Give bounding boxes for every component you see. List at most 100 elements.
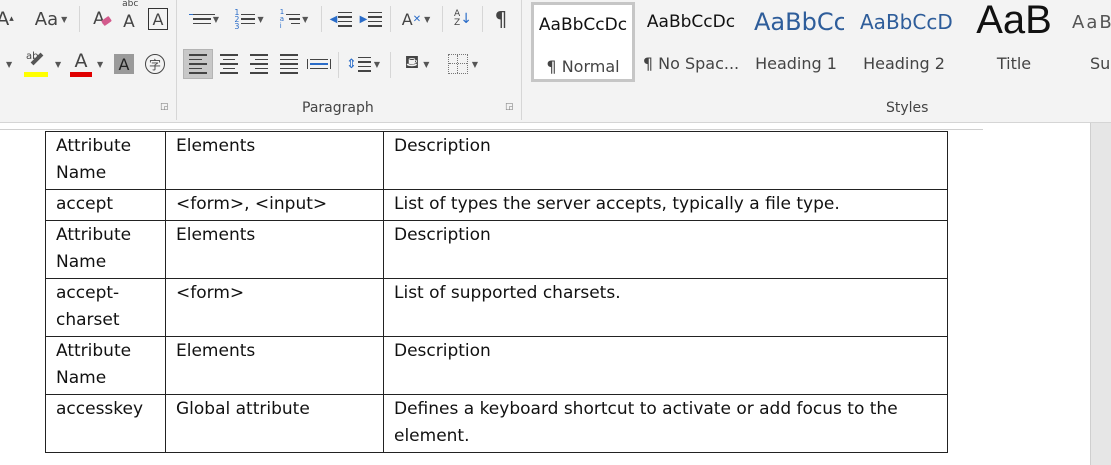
style-heading-1[interactable]: AaBbCc Heading 1 bbox=[748, 2, 844, 82]
show-hide-marks-button[interactable]: ¶ bbox=[487, 6, 515, 32]
character-border-icon: A bbox=[148, 8, 168, 30]
font-color-button[interactable]: A bbox=[66, 50, 96, 78]
description-cell[interactable]: Description bbox=[383, 220, 948, 279]
style-title-sample: AaB bbox=[976, 2, 1052, 42]
style-no-spacing[interactable]: AaBbCcDc ¶ No Spac... bbox=[638, 2, 744, 82]
description-cell[interactable]: List of types the server accepts, typica… bbox=[383, 189, 948, 221]
multilevel-list-button[interactable]: 1ai ▼ bbox=[273, 6, 315, 32]
borders-icon bbox=[447, 54, 468, 74]
description-cell[interactable]: Description bbox=[383, 131, 948, 190]
style-normal-sample: AaBbCcDc bbox=[538, 15, 628, 35]
style-subtitle-sample: AaB bbox=[1072, 12, 1111, 33]
attribute-cell[interactable]: accept bbox=[45, 189, 166, 221]
numbering-button[interactable]: 123 ▼ bbox=[228, 6, 270, 32]
character-border-button[interactable]: A bbox=[146, 6, 170, 32]
justify-icon bbox=[280, 54, 298, 74]
style-heading-2-sample: AaBbCcD bbox=[860, 10, 952, 34]
attribute-cell[interactable]: Attribute Name bbox=[45, 336, 166, 395]
character-shading-icon: A bbox=[114, 54, 134, 74]
decrease-indent-button[interactable]: ◀ bbox=[327, 6, 355, 32]
elements-cell[interactable]: Elements bbox=[165, 131, 384, 190]
attribute-cell[interactable]: accept-charset bbox=[45, 278, 166, 337]
line-spacing-icon: ⇕ bbox=[345, 56, 357, 72]
multilevel-list-icon: 1ai bbox=[279, 7, 285, 30]
description-cell[interactable]: List of supported charsets. bbox=[383, 278, 948, 337]
style-no-spacing-sample: AaBbCcDc bbox=[646, 12, 736, 32]
text-highlight-color-button[interactable]: ab bbox=[18, 50, 54, 78]
style-heading-2-name: Heading 2 bbox=[863, 54, 945, 73]
attribute-cell[interactable]: Attribute Name bbox=[45, 220, 166, 279]
document-area: Attribute Name Elements Description accept <… bbox=[0, 123, 1111, 465]
enclose-characters-button[interactable]: 字 bbox=[142, 52, 168, 76]
style-heading-1-sample: AaBbCc bbox=[754, 8, 844, 36]
justify-button[interactable] bbox=[274, 49, 304, 79]
shading-button[interactable]: ⛾ ▼ bbox=[396, 49, 438, 79]
font-color-icon: A bbox=[69, 51, 93, 77]
style-heading-2[interactable]: AaBbCcD Heading 2 bbox=[856, 2, 952, 82]
style-normal[interactable]: AaBbCcDc ¶ Normal bbox=[531, 2, 635, 82]
sort-button[interactable]: A Z ↓ bbox=[449, 6, 477, 32]
pilcrow-icon: ¶ bbox=[494, 7, 508, 31]
style-title[interactable]: AaB Title bbox=[962, 2, 1066, 82]
table-row: accesskey Global attribute Defines a keybo… bbox=[45, 394, 948, 453]
ribbon: A ▴ Aa ▼ A abc A A ▼ ab ▼ A ▼ A 字 ◲ ▼ 1 … bbox=[0, 0, 1111, 123]
distributed-button[interactable] bbox=[304, 49, 334, 79]
font-color-dropdown-arrow[interactable]: ▼ bbox=[97, 60, 103, 69]
attribute-cell[interactable]: accesskey bbox=[45, 394, 166, 453]
style-no-spacing-name: ¶ No Spac... bbox=[642, 54, 740, 73]
attribute-table-body: Attribute Name Elements Description accept <… bbox=[45, 131, 948, 453]
phonetic-guide-icon: abc A bbox=[122, 0, 139, 32]
description-cell[interactable]: Description bbox=[383, 336, 948, 395]
elements-cell[interactable]: <form> bbox=[165, 278, 384, 337]
page-top-line bbox=[0, 129, 983, 130]
paragraph-dialog-launcher-icon[interactable]: ◲ bbox=[505, 102, 514, 112]
attribute-table[interactable]: Attribute Name Elements Description accept <… bbox=[45, 131, 948, 453]
align-center-icon bbox=[220, 54, 238, 74]
bullets-button[interactable]: ▼ bbox=[184, 6, 224, 32]
align-left-icon bbox=[189, 54, 207, 74]
font-dialog-launcher-icon[interactable]: ◲ bbox=[160, 102, 169, 112]
eraser-icon: A bbox=[93, 9, 113, 29]
highlight-dropdown-arrow[interactable]: ▼ bbox=[55, 60, 61, 69]
align-right-icon bbox=[250, 54, 268, 74]
elements-cell[interactable]: Elements bbox=[165, 336, 384, 395]
shrink-font-button[interactable]: Aa ▼ bbox=[30, 6, 72, 32]
line-spacing-button[interactable]: ⇕ ▼ bbox=[343, 49, 383, 79]
phonetic-guide-button[interactable]: abc A bbox=[116, 0, 142, 32]
style-heading-1-name: Heading 1 bbox=[755, 54, 837, 73]
style-subtitle[interactable]: AaB Su bbox=[1072, 2, 1111, 82]
font-dropdown-arrow[interactable]: ▼ bbox=[6, 60, 12, 69]
attribute-cell[interactable]: Attribute Name bbox=[45, 131, 166, 190]
grow-font-button[interactable]: A ▴ bbox=[0, 6, 16, 32]
elements-cell[interactable]: Elements bbox=[165, 220, 384, 279]
table-row: Attribute Name Elements Description bbox=[45, 336, 948, 395]
style-title-name: Title bbox=[996, 54, 1032, 73]
grow-font-label: A bbox=[0, 8, 10, 30]
increase-indent-button[interactable]: ▶ bbox=[357, 6, 385, 32]
elements-cell[interactable]: Global attribute bbox=[165, 394, 384, 453]
font-color-bar bbox=[70, 72, 92, 77]
highlight-color-bar bbox=[24, 72, 48, 77]
elements-cell[interactable]: <form>, <input> bbox=[165, 189, 384, 221]
asian-layout-button[interactable]: A ✕ ▼ bbox=[395, 6, 437, 32]
paint-bucket-icon: ⛾ bbox=[404, 52, 420, 73]
increase-indent-icon: ▶ bbox=[359, 13, 368, 25]
asian-layout-icon: A bbox=[401, 9, 413, 29]
character-shading-button[interactable]: A bbox=[112, 52, 136, 76]
document-page[interactable]: Attribute Name Elements Description accept <… bbox=[0, 123, 1091, 465]
align-right-button[interactable] bbox=[244, 49, 274, 79]
align-center-button[interactable] bbox=[214, 49, 244, 79]
bullets-icon bbox=[189, 13, 215, 25]
borders-button[interactable]: ▼ bbox=[442, 49, 484, 79]
shrink-font-label: Aa bbox=[34, 8, 59, 30]
description-cell[interactable]: Defines a keyboard shortcut to activate … bbox=[383, 394, 948, 453]
enclose-characters-icon: 字 bbox=[145, 54, 165, 74]
table-row: Attribute Name Elements Description bbox=[45, 220, 948, 279]
styles-group-label: Styles bbox=[886, 100, 929, 116]
distributed-icon bbox=[307, 58, 331, 70]
style-subtitle-name: Su bbox=[1090, 54, 1111, 73]
align-left-button[interactable] bbox=[183, 49, 213, 79]
table-row: accept <form>, <input> List of types the s… bbox=[45, 189, 948, 221]
numbering-icon: 123 bbox=[234, 7, 240, 31]
clear-formatting-button[interactable]: A bbox=[86, 6, 113, 32]
